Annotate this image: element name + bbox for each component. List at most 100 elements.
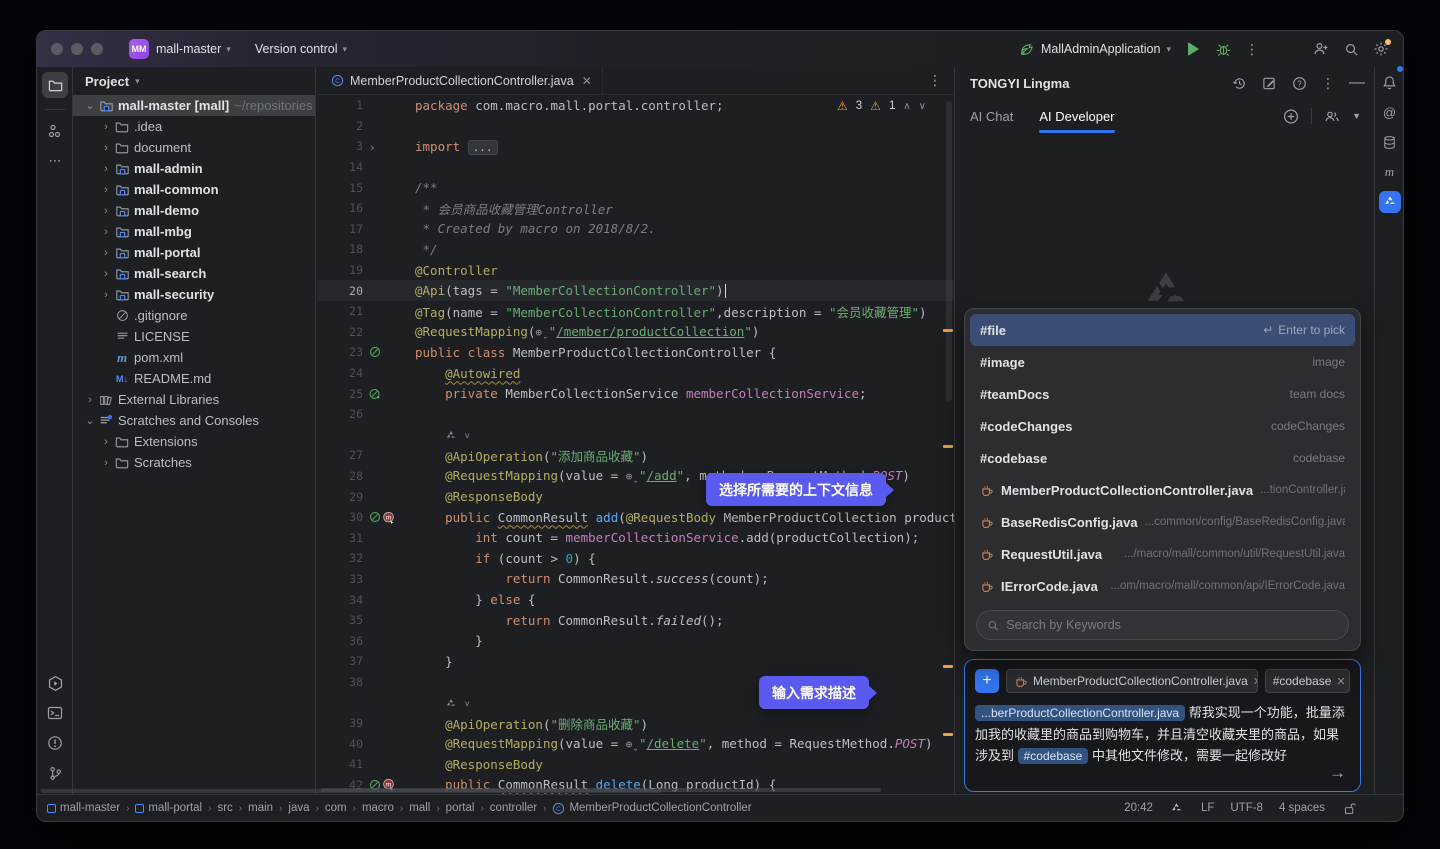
database-tool-button[interactable] xyxy=(1375,127,1404,157)
breadcrumb-item[interactable]: controller xyxy=(490,802,537,814)
lingma-input-box[interactable]: + MemberProductCollectionController.java… xyxy=(964,659,1361,792)
chevron-collapsed-icon[interactable]: › xyxy=(99,163,113,175)
debug-button[interactable] xyxy=(1215,41,1231,57)
services-tool-button[interactable] xyxy=(37,668,73,698)
tree-item[interactable]: ›mall-admin xyxy=(73,158,315,179)
tab-ai-developer[interactable]: AI Developer xyxy=(1039,99,1114,133)
bean-gutter-icon[interactable] xyxy=(369,511,381,523)
breadcrumb-item[interactable]: macro xyxy=(362,802,394,814)
breadcrumb-item[interactable]: portal xyxy=(446,802,475,814)
tree-item[interactable]: ›mall-search xyxy=(73,263,315,284)
encoding-widget[interactable]: UTF-8 xyxy=(1230,802,1263,814)
breadcrumb-item[interactable]: com xyxy=(325,802,347,814)
search-input[interactable] xyxy=(1006,618,1338,632)
search-everywhere-button[interactable] xyxy=(1343,41,1359,57)
tree-item[interactable]: ›mall-portal xyxy=(73,242,315,263)
tab-ai-chat[interactable]: AI Chat xyxy=(970,99,1013,133)
picker-command-image[interactable]: #imageimage xyxy=(970,346,1355,378)
chevron-collapsed-icon[interactable]: › xyxy=(99,226,113,238)
help-icon[interactable]: ? xyxy=(1291,75,1307,91)
run-configuration-selector[interactable]: MallAdminApplication ▾ xyxy=(1019,41,1171,57)
new-session-button[interactable] xyxy=(1283,108,1299,124)
error-stripe-mark[interactable] xyxy=(943,733,953,736)
breadcrumb-item[interactable]: mall-portal xyxy=(135,802,202,814)
terminal-tool-button[interactable] xyxy=(37,698,73,728)
picker-file-item[interactable]: BaseRedisConfig.java...common/config/Bas… xyxy=(970,506,1355,538)
minimize-window-button[interactable] xyxy=(71,43,83,55)
picker-file-item[interactable]: MemberProductCollectionController.java..… xyxy=(970,474,1355,506)
chevron-collapsed-icon[interactable]: › xyxy=(83,394,97,406)
tree-item[interactable]: ›mall-mbg xyxy=(73,221,315,242)
tree-item[interactable]: ›External Libraries xyxy=(73,389,315,410)
more-actions-button[interactable]: ⋮ xyxy=(1245,41,1259,58)
picker-command-codeChanges[interactable]: #codeChangescodeChanges xyxy=(970,410,1355,442)
message-input[interactable]: ...berProductCollectionController.java 帮… xyxy=(975,702,1350,767)
tree-item[interactable]: LICENSE xyxy=(73,326,315,347)
editor-vertical-scrollbar[interactable] xyxy=(946,101,952,401)
unlock-icon[interactable] xyxy=(1341,800,1357,816)
bean-gutter-icon[interactable] xyxy=(369,346,381,358)
window-controls[interactable] xyxy=(51,43,111,55)
chevron-collapsed-icon[interactable]: › xyxy=(99,247,113,259)
chevron-collapsed-icon[interactable]: › xyxy=(99,205,113,217)
indent-widget[interactable]: 4 spaces xyxy=(1279,802,1325,814)
editor-tab[interactable]: C MemberProductCollectionController.java… xyxy=(317,67,603,94)
picker-file-item[interactable]: RequestUtil.java.../macro/mall/common/ut… xyxy=(970,538,1355,570)
next-problem-button[interactable]: ∨ xyxy=(919,101,926,112)
fold-gutter-icon[interactable]: › xyxy=(369,139,376,154)
close-tab-icon[interactable]: ✕ xyxy=(582,74,592,88)
git-tool-button[interactable] xyxy=(37,758,73,788)
breadcrumb-item[interactable]: CMemberProductCollectionController xyxy=(552,802,751,815)
add-user-button[interactable] xyxy=(1313,41,1329,57)
breadcrumb-item[interactable]: main xyxy=(248,802,273,814)
chevron-collapsed-icon[interactable]: › xyxy=(99,121,113,133)
chevron-expanded-icon[interactable]: ⌄ xyxy=(83,99,97,112)
remove-chip-icon[interactable]: ✕ xyxy=(1336,675,1345,688)
new-chat-icon[interactable] xyxy=(1261,75,1277,91)
close-window-button[interactable] xyxy=(51,43,63,55)
panel-scrollbar[interactable] xyxy=(41,789,661,793)
project-selector[interactable]: mall-master▾ xyxy=(156,42,231,56)
notifications-button[interactable] xyxy=(1375,67,1404,97)
picker-command-codebase[interactable]: #codebasecodebase xyxy=(970,442,1355,474)
settings-button[interactable] xyxy=(1373,41,1389,57)
context-chip[interactable]: MemberProductCollectionController.java✕ xyxy=(1006,669,1258,693)
maven-tool-button[interactable]: m xyxy=(1375,157,1404,187)
tree-item[interactable]: mpom.xml xyxy=(73,347,315,368)
inline-context-chip[interactable]: ...berProductCollectionController.java xyxy=(975,705,1185,721)
tree-item[interactable]: ›mall-common xyxy=(73,179,315,200)
error-stripe-mark[interactable] xyxy=(943,665,953,668)
add-context-button[interactable]: + xyxy=(975,669,999,693)
tree-item[interactable]: M↓README.md xyxy=(73,368,315,389)
error-stripe-mark[interactable] xyxy=(943,445,953,448)
lingma-tool-button[interactable] xyxy=(1375,187,1404,217)
sessions-icon[interactable] xyxy=(1324,108,1340,124)
tree-item[interactable]: ⌄mall-master [mall]~/repositories xyxy=(73,95,315,116)
tree-item[interactable]: ›.idea xyxy=(73,116,315,137)
tree-item[interactable]: ›mall-demo xyxy=(73,200,315,221)
chevron-collapsed-icon[interactable]: › xyxy=(99,268,113,280)
tree-item[interactable]: ⌄Scratches and Consoles xyxy=(73,410,315,431)
tree-item[interactable]: ›mall-security xyxy=(73,284,315,305)
chevron-collapsed-icon[interactable]: › xyxy=(99,289,113,301)
picker-search[interactable] xyxy=(976,610,1349,640)
context-chip[interactable]: #codebase✕ xyxy=(1265,669,1350,693)
chevron-collapsed-icon[interactable]: › xyxy=(99,184,113,196)
picker-command-teamDocs[interactable]: #teamDocsteam docs xyxy=(970,378,1355,410)
breadcrumb-item[interactable]: src xyxy=(217,802,232,814)
send-button[interactable]: → xyxy=(1329,763,1346,783)
history-icon[interactable] xyxy=(1231,75,1247,91)
vcs-menu[interactable]: Version control▾ xyxy=(255,42,347,56)
inline-context-chip[interactable]: #codebase xyxy=(1018,748,1089,764)
breadcrumb-item[interactable]: java xyxy=(288,802,309,814)
chevron-collapsed-icon[interactable]: › xyxy=(99,436,113,448)
ai-assistant-tool-button[interactable]: @ xyxy=(1375,97,1404,127)
commit-tool-button[interactable] xyxy=(37,116,73,146)
lingma-status-icon[interactable] xyxy=(1169,800,1185,816)
lingma-more-button[interactable]: ⋮ xyxy=(1321,75,1335,92)
hide-panel-button[interactable]: — xyxy=(1349,74,1365,92)
zoom-window-button[interactable] xyxy=(91,43,103,55)
mreq-gutter-icon[interactable]: m xyxy=(382,511,395,524)
picker-file-item[interactable]: IErrorCode.java...om/macro/mall/common/a… xyxy=(970,570,1355,602)
chevron-down-icon[interactable]: ▼ xyxy=(1352,111,1361,121)
